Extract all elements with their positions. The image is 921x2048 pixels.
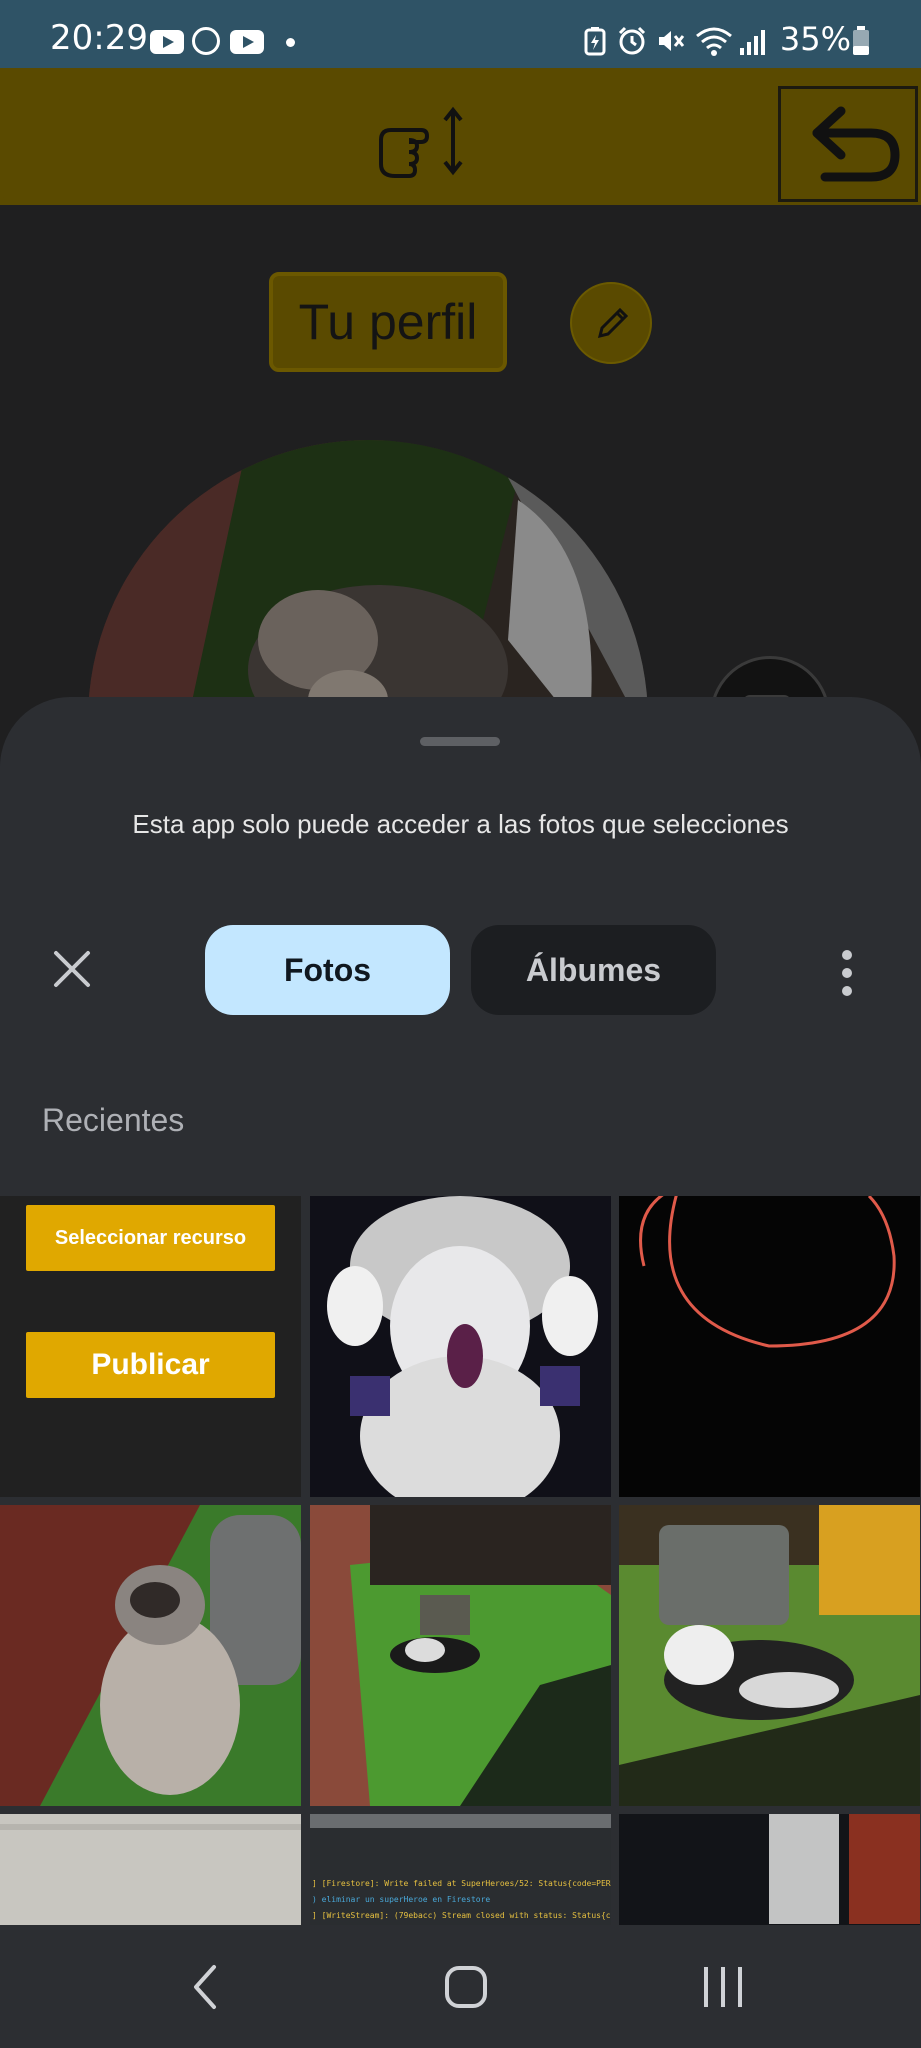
photo-tile-dog-2[interactable] <box>310 1505 611 1806</box>
permission-notice: Esta app solo puede acceder a las fotos … <box>132 809 789 839</box>
wifi-icon <box>696 27 732 56</box>
edit-button[interactable] <box>570 282 652 364</box>
pencil-icon <box>597 307 629 339</box>
code-line: ] [Firestore]: Write failed at SuperHero… <box>312 1879 611 1888</box>
photo-tile-code-screen[interactable]: ] [Firestore]: Write failed at SuperHero… <box>310 1814 611 1925</box>
hand-pointing-scroll-icon[interactable] <box>375 106 465 182</box>
battery-saver-icon <box>584 27 606 56</box>
code-line: ) eliminar un superHeroe en Firestore <box>312 1895 491 1904</box>
undo-arrow-icon <box>812 106 900 182</box>
drag-handle[interactable] <box>420 737 500 746</box>
photo-tile-app-screenshot[interactable]: Seleccionar recurso Publicar <box>0 1196 301 1497</box>
close-icon[interactable] <box>48 945 96 993</box>
tab-fotos[interactable]: Fotos <box>205 925 450 1015</box>
baby-photo <box>310 1196 611 1497</box>
photo-tile-dog-3[interactable] <box>619 1505 920 1806</box>
photo-tile-dog-1[interactable] <box>0 1505 301 1806</box>
youtube-icon <box>230 30 264 54</box>
publish-button-image: Publicar <box>26 1332 275 1398</box>
recents-nav-icon[interactable] <box>702 1965 744 2009</box>
app-header-main <box>0 68 778 204</box>
photo-tile-red-circle[interactable] <box>619 1196 920 1497</box>
navigation-bar <box>0 1925 921 2048</box>
alarm-icon <box>618 26 646 55</box>
photo-grid: Seleccionar recurso Publicar] [Firestor… <box>0 1196 921 1925</box>
code-line: ] [WriteStream]: (79ebacc) Stream closed… <box>312 1911 611 1920</box>
page-title: Tu perfil <box>269 272 507 372</box>
back-button[interactable] <box>778 86 918 202</box>
back-nav-icon[interactable] <box>192 1963 218 2011</box>
battery-icon <box>853 26 869 55</box>
photo-tile-wall[interactable] <box>0 1814 301 1925</box>
photo-tile-person[interactable] <box>619 1814 920 1925</box>
photo-tile-baby[interactable] <box>310 1196 611 1497</box>
whatsapp-icon <box>192 27 220 55</box>
home-nav-icon[interactable] <box>444 1965 488 2009</box>
dog-photo <box>619 1505 920 1806</box>
status-time: 20:29 <box>50 18 148 58</box>
select-resource-button-image: Seleccionar recurso <box>26 1205 275 1271</box>
signal-icon <box>740 30 765 55</box>
battery-percent: 35% <box>779 20 851 58</box>
section-label-recientes: Recientes <box>42 1102 185 1138</box>
drawing-photo <box>619 1196 920 1497</box>
more-vert-icon[interactable] <box>840 949 854 997</box>
dog-photo <box>310 1505 611 1806</box>
mute-icon <box>659 31 685 51</box>
youtube-icon <box>150 30 184 54</box>
status-bar: 20:29 35% <box>0 0 921 68</box>
dot-icon <box>286 38 295 47</box>
tab-albumes[interactable]: Álbumes <box>471 925 716 1015</box>
dog-photo <box>0 1505 301 1806</box>
